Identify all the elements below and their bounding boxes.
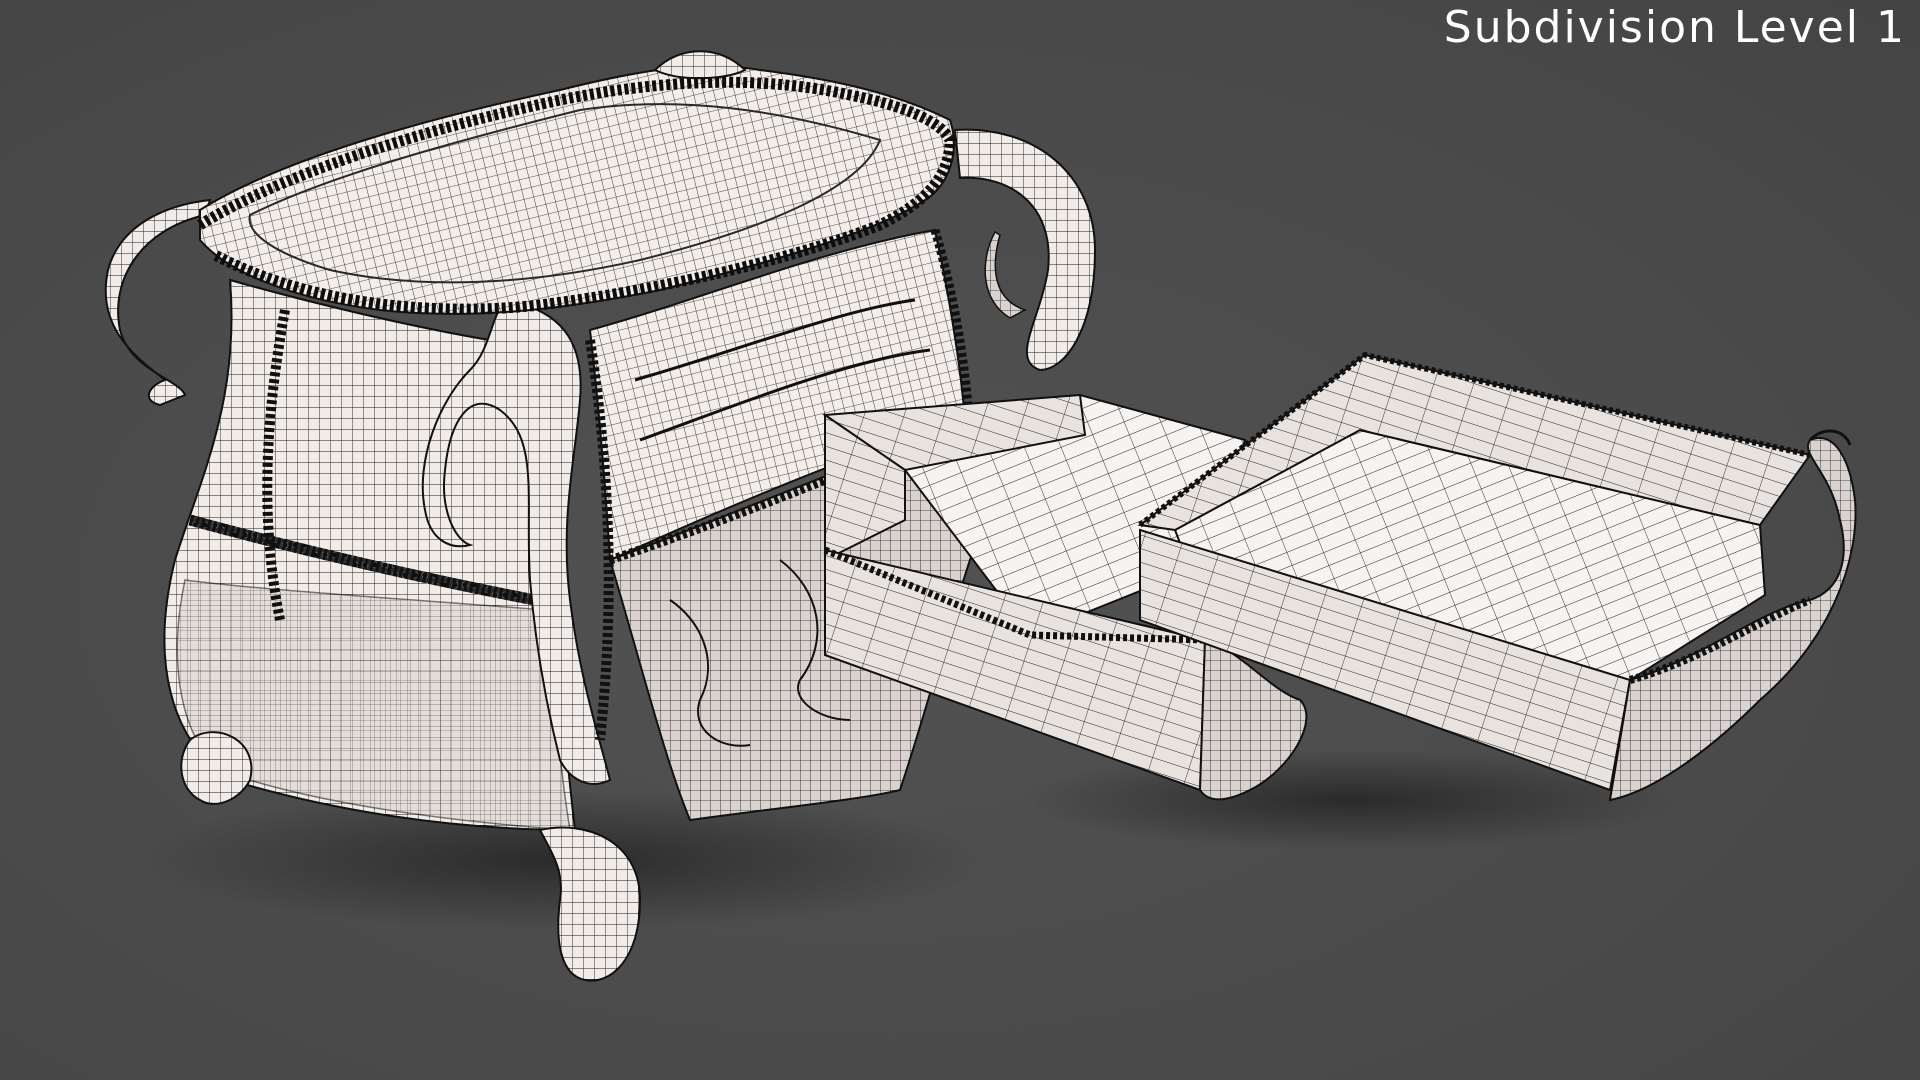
subdivision-level-label: Subdivision Level 1 [1443,2,1906,53]
right-horn-handle [953,128,1097,372]
top-finial [653,50,747,80]
wireframe-render [104,50,1857,982]
right-horn-tip [984,230,1027,319]
back-left-leg [180,731,253,805]
3d-viewport: Subdivision Level 1 [0,0,1920,1080]
left-horn-handle [104,198,212,407]
